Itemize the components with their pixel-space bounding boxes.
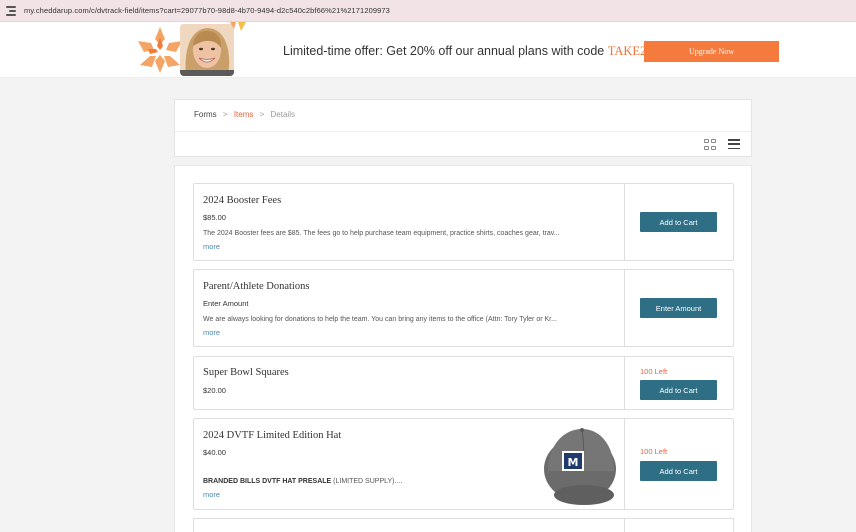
breadcrumb-separator: > bbox=[222, 110, 228, 119]
item-description-bold: BRANDED BILLS DVTF HAT PRESALE bbox=[203, 478, 332, 485]
item-description: BRANDED BILLS DVTF HAT PRESALE (LIMITED … bbox=[203, 478, 402, 485]
upgrade-now-button[interactable]: Upgrade Now bbox=[644, 41, 779, 62]
site-settings-icon[interactable] bbox=[6, 5, 16, 16]
remaining-count: 100 Left bbox=[640, 367, 668, 376]
breadcrumb-details: Details bbox=[270, 110, 295, 119]
header-divider bbox=[175, 131, 751, 132]
item-price: Enter Amount bbox=[203, 299, 249, 308]
hat-product-image[interactable]: M bbox=[534, 421, 624, 509]
item-price: $40.00 bbox=[203, 448, 226, 457]
svg-text:M: M bbox=[568, 456, 579, 469]
item-action-column: 100 Left Add to Cart bbox=[624, 419, 733, 509]
item-title[interactable]: Super Bowl Squares bbox=[203, 367, 289, 378]
more-link[interactable]: more bbox=[203, 490, 220, 499]
more-link[interactable]: more bbox=[203, 328, 220, 337]
list-item: Parent/Athlete Donations Enter Amount We… bbox=[193, 269, 734, 347]
item-title[interactable]: 2024 Booster Fees bbox=[203, 195, 281, 206]
promo-banner: Limited-time offer: Get 20% off our annu… bbox=[0, 22, 856, 78]
add-to-cart-button[interactable]: Add to Cart bbox=[640, 380, 717, 400]
spark-decoration-icon bbox=[230, 22, 246, 31]
flower-logo-icon bbox=[138, 27, 182, 73]
item-action-column: 100 Left Add to Cart bbox=[624, 357, 733, 409]
list-item: 2024 Booster Fees $85.00 The 2024 Booste… bbox=[193, 183, 734, 261]
add-to-cart-button[interactable]: Add to Cart bbox=[640, 212, 717, 232]
item-description: The 2024 Booster fees are $85. The fees … bbox=[203, 230, 560, 237]
more-link[interactable]: more bbox=[203, 242, 220, 251]
promo-person-photo bbox=[180, 24, 234, 76]
item-action-column: Enter Amount bbox=[624, 270, 733, 346]
item-price: $85.00 bbox=[203, 213, 226, 222]
list-item: 2024 DVTF Limited Edition Hat $40.00 BRA… bbox=[193, 418, 734, 510]
item-action-column: Add to Cart bbox=[624, 184, 733, 260]
header-card: Forms > Items > Details bbox=[174, 99, 752, 157]
promo-offer-text: Limited-time offer: Get 20% off our annu… bbox=[283, 44, 653, 59]
item-description-rest: (LIMITED SUPPLY).... bbox=[331, 478, 403, 485]
item-title[interactable]: 2024 DVTF Limited Edition Hat bbox=[203, 430, 341, 441]
breadcrumb-forms[interactable]: Forms bbox=[194, 110, 217, 119]
list-item-partial bbox=[193, 518, 734, 532]
enter-amount-button[interactable]: Enter Amount bbox=[640, 298, 717, 318]
breadcrumb-items[interactable]: Items bbox=[234, 110, 254, 119]
offer-message: Limited-time offer: Get 20% off our annu… bbox=[283, 44, 608, 58]
address-bar[interactable]: my.cheddarup.com/c/dvtrack-field/items?c… bbox=[0, 0, 856, 22]
item-action-column bbox=[624, 519, 733, 532]
breadcrumb: Forms > Items > Details bbox=[194, 110, 295, 119]
breadcrumb-separator: > bbox=[259, 110, 265, 119]
list-view-icon[interactable] bbox=[728, 139, 740, 149]
item-price: $20.00 bbox=[203, 386, 226, 395]
list-item: Super Bowl Squares $20.00 100 Left Add t… bbox=[193, 356, 734, 410]
item-description: We are always looking for donations to h… bbox=[203, 316, 557, 323]
item-title[interactable]: Parent/Athlete Donations bbox=[203, 281, 309, 292]
grid-view-icon[interactable] bbox=[704, 139, 716, 150]
add-to-cart-button[interactable]: Add to Cart bbox=[640, 461, 717, 481]
remaining-count: 100 Left bbox=[640, 447, 668, 456]
url-text[interactable]: my.cheddarup.com/c/dvtrack-field/items?c… bbox=[24, 6, 390, 15]
